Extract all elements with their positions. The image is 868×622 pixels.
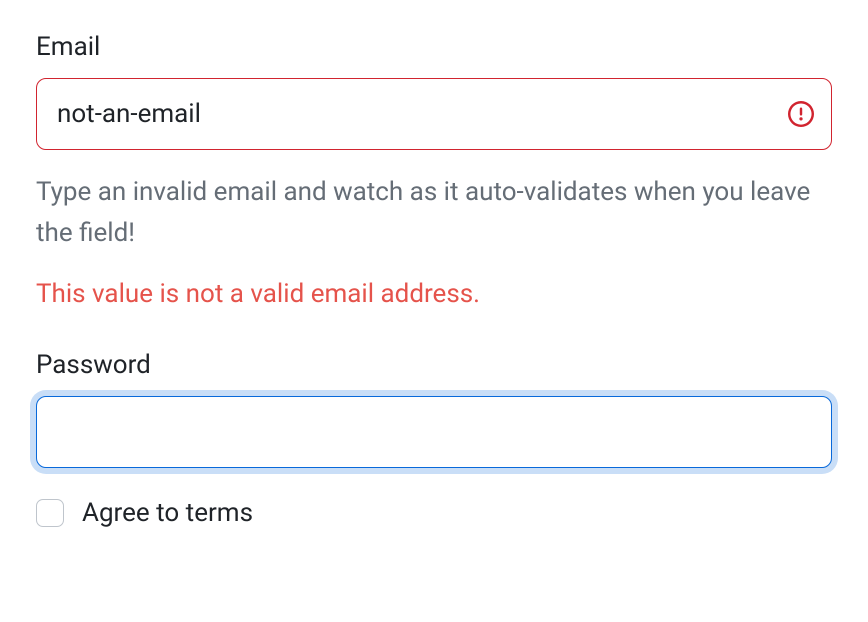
password-input[interactable] [36,396,832,468]
form-container: Email Type an invalid email and watch as… [0,0,868,564]
password-group: Password [36,350,832,468]
terms-checkbox[interactable] [36,499,64,527]
email-error-message: This value is not a valid email address. [36,275,832,314]
email-group: Email Type an invalid email and watch as… [36,32,832,314]
terms-label[interactable]: Agree to terms [82,498,253,528]
password-input-wrap [36,396,832,468]
password-label: Password [36,350,832,380]
email-hint: Type an invalid email and watch as it au… [36,172,832,253]
terms-row: Agree to terms [36,498,832,528]
email-input-wrap [36,78,832,150]
email-label: Email [36,32,832,62]
email-input[interactable] [36,78,832,150]
